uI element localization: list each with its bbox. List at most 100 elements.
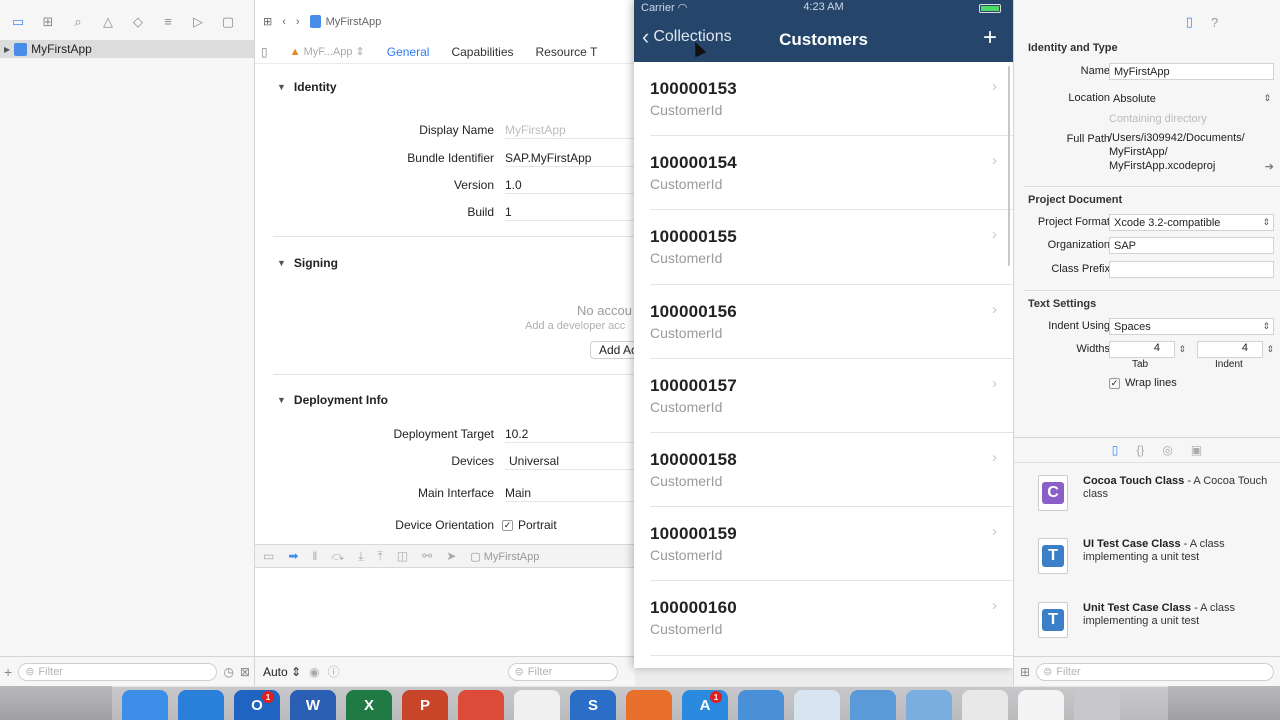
grid-view-icon[interactable]: ⊞ — [1020, 665, 1030, 679]
project-editor: ⊞ ‹ › MyFirstApp ▯ ▲ MyF...App ⇕ General… — [255, 0, 647, 686]
outlook-app-icon[interactable]: O1 — [234, 690, 280, 720]
customer-cell[interactable]: 100000153 CustomerId › — [650, 62, 1013, 137]
test-icon[interactable]: ◇ — [130, 14, 146, 30]
preview-app-icon[interactable] — [794, 690, 840, 720]
name-field[interactable]: MyFirstApp — [1109, 63, 1274, 80]
folder-icon[interactable]: ▭ — [10, 14, 26, 30]
step-into-icon[interactable]: ⤓ — [358, 549, 363, 564]
quick-help-icon[interactable]: ? — [1211, 15, 1218, 30]
powerpoint-app-icon[interactable]: P — [402, 690, 448, 720]
memory-graph-icon[interactable]: ⚯ — [422, 549, 432, 563]
scheme-label[interactable]: ▢ MyFirstApp — [470, 550, 539, 563]
deployment-target-combo[interactable]: 10.2 — [505, 425, 645, 443]
location-popup[interactable]: Absolute — [1109, 90, 1274, 107]
indent-using-popup[interactable]: Spaces — [1109, 318, 1274, 335]
indent-width-stepper[interactable]: 4 — [1197, 341, 1274, 358]
step-over-icon[interactable]: ⤼ — [331, 549, 344, 564]
xcode-instruments-app-icon[interactable] — [738, 690, 784, 720]
deployment-section-header[interactable]: ▼ Deployment Info — [277, 393, 388, 407]
recent-icon[interactable]: ◷ — [223, 665, 233, 679]
object-library-icon[interactable]: ◎ — [1162, 443, 1172, 457]
file-template-item[interactable]: T UI Test Case Class - A class implementi… — [1014, 530, 1280, 590]
tab-capabilities[interactable]: Capabilities — [451, 45, 513, 59]
customer-cell[interactable]: 100000156 CustomerId › — [650, 285, 1013, 359]
screenshot-app-icon[interactable] — [962, 690, 1008, 720]
excel-app-icon[interactable]: X — [346, 690, 392, 720]
report-icon[interactable]: ▢ — [220, 14, 236, 30]
customer-cell[interactable]: 100000159 CustomerId › — [650, 507, 1013, 582]
file-inspector-icon[interactable]: ▯ — [1186, 14, 1193, 30]
info-icon[interactable]: ⓘ — [328, 663, 340, 680]
tab-general[interactable]: General — [387, 45, 430, 59]
step-out-icon[interactable]: ⤒ — [378, 549, 383, 564]
lync-app-icon[interactable] — [514, 690, 560, 720]
sidebar-toggle-icon[interactable]: ▯ — [261, 45, 268, 59]
firefox-app-icon[interactable] — [626, 690, 672, 720]
forward-arrow-icon[interactable]: › — [296, 16, 300, 28]
xcode-app-icon[interactable] — [850, 690, 896, 720]
library-filter-input[interactable]: ⊜ Filter — [1036, 662, 1274, 681]
navigator-filter-input[interactable]: ⊜ Filter — [18, 662, 218, 681]
add-icon[interactable]: + — [4, 664, 12, 680]
customer-cell[interactable]: 100000158 CustomerId › — [650, 433, 1013, 508]
portrait-checkbox[interactable]: ✓ Portrait — [502, 518, 557, 532]
file-template-item[interactable]: T Unit Test Case Class - A class implemen… — [1014, 594, 1280, 654]
full-path-label: Full Path — [1066, 133, 1110, 145]
skype-app-icon[interactable]: S — [570, 690, 616, 720]
target-selector[interactable]: ▲ MyF...App ⇕ — [290, 45, 365, 58]
trash-app-icon[interactable] — [1074, 690, 1120, 720]
safari-app-icon[interactable] — [178, 690, 224, 720]
code-snippet-library-icon[interactable]: {} — [1136, 443, 1144, 457]
related-items-icon[interactable]: ⊞ — [263, 15, 272, 28]
word-app-icon[interactable]: W — [290, 690, 336, 720]
tab-width-stepper[interactable]: 4 — [1109, 341, 1186, 358]
finder-app-icon[interactable] — [122, 690, 168, 720]
identity-section-header[interactable]: ▼ Identity — [277, 80, 337, 94]
main-interface-combo[interactable]: Main — [505, 484, 645, 502]
back-arrow-icon[interactable]: ‹ — [282, 16, 286, 28]
console-toggle-icon[interactable]: ▭ — [263, 549, 274, 563]
file-template-item[interactable]: C Cocoa Touch Class - A Cocoa Touch class — [1014, 467, 1280, 527]
scroll-indicator[interactable] — [1008, 66, 1010, 266]
view-debugger-icon[interactable]: ◫ — [397, 549, 408, 563]
add-button[interactable]: + — [983, 24, 997, 52]
class-prefix-field[interactable] — [1109, 261, 1274, 278]
location-icon[interactable]: ➤ — [446, 549, 456, 563]
breakpoint-icon[interactable]: ▷ — [190, 14, 206, 30]
auto-variables-popup[interactable]: Auto ⇕ — [263, 665, 301, 679]
breadcrumb[interactable]: MyFirstApp — [309, 15, 381, 28]
scm-icon[interactable]: ⊠ — [240, 665, 250, 679]
customer-cell[interactable]: 100000155 CustomerId › — [650, 210, 1013, 285]
debug-icon[interactable]: ≡ — [160, 14, 176, 30]
reveal-in-finder-icon[interactable]: ➔ — [1265, 160, 1274, 173]
file-template-library-icon[interactable]: ▯ — [1112, 443, 1119, 457]
pause-icon[interactable]: ‖ — [312, 549, 317, 563]
appstore-app-icon[interactable]: A1 — [682, 690, 728, 720]
eye-icon[interactable]: ◉ — [309, 665, 319, 679]
customer-cell[interactable]: 100000157 CustomerId › — [650, 359, 1013, 433]
warning-icon[interactable]: △ — [100, 14, 116, 30]
tab-resource-tags[interactable]: Resource T — [536, 45, 598, 59]
project-format-popup[interactable]: Xcode 3.2-compatible — [1109, 214, 1274, 231]
disclosure-triangle-icon[interactable]: ▶ — [4, 45, 10, 54]
customer-cell[interactable]: 100000154 CustomerId › — [650, 136, 1013, 211]
folder-app-icon[interactable] — [906, 690, 952, 720]
customer-cell[interactable]: 100000160 CustomerId › — [650, 581, 1013, 656]
media-library-icon[interactable]: ▣ — [1191, 443, 1202, 457]
devices-popup[interactable]: Universal — [505, 452, 645, 470]
project-row[interactable]: ▶ MyFirstApp — [0, 40, 254, 58]
variables-filter-input[interactable]: ⊜ Filter — [507, 662, 618, 681]
document-app-icon[interactable] — [1018, 690, 1064, 720]
build-field[interactable]: 1 — [505, 203, 645, 221]
library-tabs: ▯ {} ◎ ▣ — [1014, 437, 1280, 463]
breakpoints-toggle-icon[interactable]: ➡ — [288, 549, 298, 563]
version-field[interactable]: 1.0 — [505, 176, 645, 194]
bundle-identifier-field[interactable]: SAP.MyFirstApp — [505, 149, 645, 167]
hierarchy-icon[interactable]: ⊞ — [40, 14, 56, 30]
organization-field[interactable]: SAP — [1109, 237, 1274, 254]
signing-section-header[interactable]: ▼ Signing — [277, 256, 338, 270]
chrome-app-icon[interactable] — [458, 690, 504, 720]
search-icon[interactable]: ⌕ — [70, 14, 86, 30]
wrap-lines-checkbox[interactable]: ✓ Wrap lines — [1109, 377, 1177, 389]
display-name-field[interactable]: MyFirstApp — [505, 121, 645, 139]
